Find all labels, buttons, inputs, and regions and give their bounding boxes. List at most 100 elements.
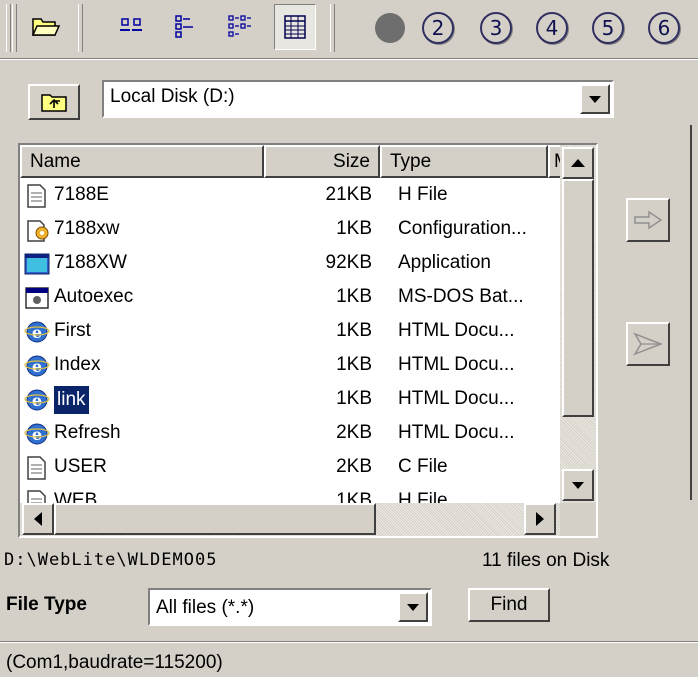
column-header-label: Type	[390, 150, 432, 172]
connection-4-button[interactable]: 4	[534, 10, 570, 46]
scrollbar-corner	[560, 503, 596, 536]
file-type: HTML Docu...	[398, 422, 515, 443]
find-button-label: Find	[490, 594, 528, 615]
column-header-type[interactable]: Type	[380, 145, 548, 178]
toolbar-grip	[12, 4, 17, 52]
up-folder-button[interactable]	[28, 84, 80, 120]
file-row[interactable]: Autoexec1KBMS-DOS Bat...8	[20, 281, 580, 315]
file-type: MS-DOS Bat...	[398, 286, 524, 307]
details-view-button[interactable]	[274, 4, 316, 50]
open-folder-icon	[31, 18, 61, 36]
send-button[interactable]	[626, 322, 670, 366]
file-size: 92KB	[325, 252, 372, 273]
vertical-scroll-thumb[interactable]	[562, 179, 594, 417]
file-type: H File	[398, 184, 448, 205]
file-size: 1KB	[336, 286, 372, 307]
status-bar: (Com1,baudrate=115200)	[0, 648, 698, 677]
arrow-right-icon	[536, 512, 544, 526]
large-icons-view-icon	[120, 18, 142, 31]
file-row[interactable]: eFirst1KBHTML Docu...5	[20, 315, 580, 349]
drive-combo-value: Local Disk (D:)	[110, 86, 235, 107]
file-list[interactable]: Name Size Type M 7188E21KBH File17188xw1…	[18, 143, 598, 538]
small-icons-view-icon	[175, 15, 193, 38]
file-name: 7188xw	[54, 218, 120, 239]
toolbar-separator	[78, 4, 83, 52]
status-divider	[0, 641, 698, 643]
svg-text:e: e	[32, 391, 42, 410]
open-folder-button[interactable]	[26, 4, 66, 48]
vertical-scrollbar[interactable]	[560, 145, 596, 503]
drive-combo-dropdown-button[interactable]	[580, 84, 610, 114]
right-panel-border	[690, 125, 692, 500]
file-name: 7188E	[54, 184, 109, 205]
svg-text:e: e	[32, 425, 42, 444]
small-icons-button[interactable]	[166, 4, 206, 48]
file-type-dropdown-button[interactable]	[398, 592, 428, 622]
file-row[interactable]: eIndex1KBHTML Docu...8	[20, 349, 580, 383]
file-size: 1KB	[336, 354, 372, 375]
find-button[interactable]: Find	[468, 588, 550, 622]
file-size: 2KB	[336, 422, 372, 443]
file-row[interactable]: 7188E21KBH File1	[20, 179, 580, 213]
connection-3-button[interactable]: 3	[478, 10, 514, 46]
connection-5-button[interactable]: 5	[590, 10, 626, 46]
horizontal-scroll-thumb[interactable]	[54, 503, 376, 535]
scroll-right-button[interactable]	[524, 503, 556, 535]
large-icons-button[interactable]	[112, 4, 152, 48]
number-3-label: 3	[480, 12, 512, 44]
scroll-up-button[interactable]	[562, 147, 594, 179]
file-type-combo-value: All files (*.*)	[156, 597, 255, 618]
file-row[interactable]: elink1KBHTML Docu...8	[20, 383, 580, 417]
html-file-icon: e	[24, 421, 50, 447]
details-view-icon	[284, 15, 306, 39]
arrow-left-icon	[34, 512, 42, 526]
send-arrow-icon	[633, 332, 663, 356]
file-type: HTML Docu...	[398, 388, 515, 409]
config-file-icon	[24, 217, 50, 243]
file-row[interactable]: 7188XW92KBApplication3	[20, 247, 580, 281]
file-size: 2KB	[336, 456, 372, 477]
file-type-combo[interactable]: All files (*.*)	[148, 588, 432, 626]
number-5-label: 5	[592, 12, 624, 44]
file-row[interactable]: 7188xw1KBConfiguration...9	[20, 213, 580, 247]
horizontal-scrollbar[interactable]	[20, 503, 560, 536]
status-text: (Com1,baudrate=115200)	[6, 652, 223, 673]
number-6-label: 6	[648, 12, 680, 44]
number-4-label: 4	[536, 12, 568, 44]
number-2-label: 2	[422, 12, 454, 44]
scroll-down-button[interactable]	[562, 469, 594, 501]
file-row[interactable]: eRefresh2KBHTML Docu...9	[20, 417, 580, 451]
column-header-label: Size	[333, 150, 370, 172]
file-name: Index	[54, 354, 101, 375]
svg-text:e: e	[32, 323, 42, 342]
connection-6-button[interactable]: 6	[646, 10, 682, 46]
toolbar-separator	[330, 4, 335, 52]
file-row[interactable]: USER2KBC File9	[20, 451, 580, 485]
text-file-icon	[24, 455, 50, 481]
file-size: 21KB	[325, 184, 372, 205]
column-header-size[interactable]: Size	[264, 145, 380, 178]
file-size: 1KB	[336, 218, 372, 239]
chevron-down-icon	[589, 95, 601, 103]
file-name: USER	[54, 456, 107, 477]
arrow-right-outline-icon	[634, 210, 663, 230]
file-name: Autoexec	[54, 286, 134, 307]
file-name: First	[54, 320, 91, 341]
file-type: Application	[398, 252, 491, 273]
html-file-icon: e	[24, 353, 50, 379]
list-view-button[interactable]	[220, 4, 260, 48]
drive-combo[interactable]: Local Disk (D:)	[102, 80, 614, 118]
file-count: 11 files on Disk	[482, 550, 610, 571]
html-file-icon: e	[24, 319, 50, 345]
chevron-down-icon	[407, 603, 419, 611]
file-type: C File	[398, 456, 448, 477]
column-header-name[interactable]: Name	[20, 145, 264, 178]
connection-active-icon	[375, 13, 405, 43]
up-folder-icon	[41, 94, 67, 112]
file-name: link	[54, 386, 89, 414]
scroll-left-button[interactable]	[22, 503, 54, 535]
file-type: Configuration...	[398, 218, 527, 239]
connection-1-button[interactable]	[372, 10, 408, 46]
connection-2-button[interactable]: 2	[420, 10, 456, 46]
copy-right-button[interactable]	[626, 198, 670, 242]
